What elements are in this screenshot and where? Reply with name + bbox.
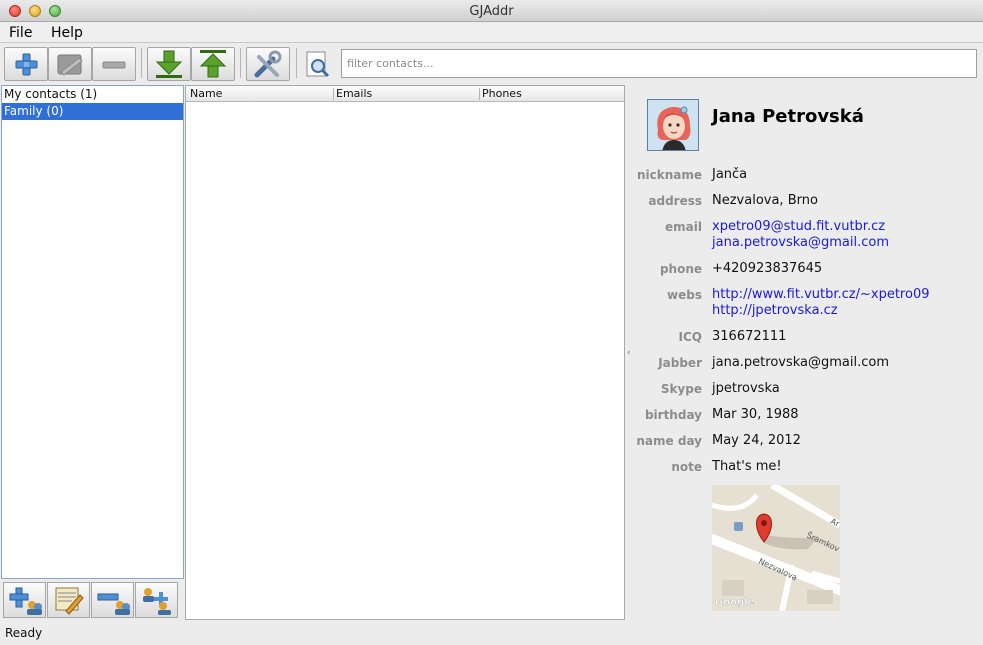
field-value-name-day: May 24, 2012 (712, 433, 801, 448)
avatar-portrait-icon (648, 100, 698, 150)
edit-contact-icon (57, 54, 83, 76)
toolbar-separator (141, 48, 142, 78)
map-image: Nezvalova Šramkov Ar Google (712, 485, 840, 611)
column-header-phones[interactable]: Phones (482, 87, 522, 100)
manage-groups-button[interactable] (135, 582, 178, 618)
remove-contact-button[interactable] (92, 47, 136, 81)
field-value-jabber: jana.petrovska@gmail.com (712, 355, 890, 370)
manage-groups-icon (143, 588, 171, 615)
search-icon (306, 51, 330, 78)
column-divider[interactable] (333, 88, 334, 100)
field-value-birthday: Mar 30, 1988 (712, 407, 799, 422)
contact-name: Jana Petrovská (712, 106, 864, 127)
column-header-emails[interactable]: Emails (336, 87, 372, 100)
export-icon (199, 50, 227, 78)
field-label-jabber: Jabber (658, 356, 702, 370)
address-map[interactable]: Nezvalova Šramkov Ar Google (712, 485, 840, 611)
status-text: Ready (5, 626, 43, 640)
field-label-phone: phone (659, 262, 702, 276)
remove-contact-icon (102, 61, 126, 69)
field-label-webs: webs (667, 288, 702, 302)
group-item-my-contacts[interactable]: My contacts (1) (2, 86, 183, 103)
add-group-button[interactable] (3, 582, 46, 618)
filter-search-icon-wrap (305, 51, 331, 79)
field-label-email: email (665, 220, 702, 234)
edit-group-icon (55, 587, 84, 615)
groups-list[interactable]: My contacts (1) Family (0) (1, 85, 184, 579)
web-link[interactable]: http://jpetrovska.cz (712, 303, 838, 318)
field-value-phone: +420923837645 (712, 261, 823, 276)
field-value-note: That's me! (712, 459, 782, 474)
settings-icon (254, 50, 282, 78)
filter-contacts-input[interactable] (341, 49, 977, 78)
column-divider[interactable] (479, 88, 480, 100)
menu-help[interactable]: Help (51, 25, 83, 41)
toolbar-separator (296, 48, 297, 78)
contact-avatar (647, 99, 699, 151)
contact-detail-panel: Jana Petrovská nickname Janča address Ne… (632, 85, 983, 620)
menu-bar: File Help (0, 22, 983, 43)
edit-contact-button[interactable] (48, 47, 92, 81)
splitter-handle-icon[interactable]: ‹ (627, 348, 631, 358)
email-link[interactable]: jana.petrovska@gmail.com (712, 235, 889, 250)
field-label-icq: ICQ (678, 330, 702, 344)
field-label-name-day: name day (636, 434, 702, 448)
settings-button[interactable] (246, 47, 290, 81)
group-buttons (3, 582, 183, 619)
field-label-skype: Skype (660, 382, 702, 396)
email-link[interactable]: xpetro09@stud.fit.vutbr.cz (712, 219, 885, 234)
export-button[interactable] (191, 47, 235, 81)
add-contact-button[interactable] (4, 47, 48, 81)
field-label-birthday: birthday (644, 408, 702, 422)
contacts-table[interactable]: Name Emails Phones (185, 85, 625, 620)
field-label-address: address (648, 194, 702, 208)
window-title: GJAddr (469, 4, 514, 19)
field-value-skype: jpetrovska (712, 381, 780, 396)
add-contact-icon (15, 53, 38, 76)
remove-group-button[interactable] (91, 582, 134, 618)
add-group-icon (9, 587, 42, 615)
table-header: Name Emails Phones (186, 86, 624, 102)
field-label-note: note (671, 460, 702, 474)
field-label-nickname: nickname (636, 168, 702, 182)
import-button[interactable] (147, 47, 191, 81)
remove-group-icon (97, 593, 130, 615)
field-value-nickname: Janča (712, 167, 748, 182)
web-link[interactable]: http://www.fit.vutbr.cz/~xpetro09 (712, 287, 929, 302)
field-value-icq: 316672111 (712, 329, 787, 344)
menu-file[interactable]: File (9, 25, 32, 41)
map-attribution: Google (715, 597, 755, 608)
group-item-family[interactable]: Family (0) (2, 103, 183, 120)
toolbar-separator (240, 48, 241, 78)
edit-group-button[interactable] (47, 582, 90, 618)
field-value-address: Nezvalova, Brno (712, 193, 818, 208)
import-icon (155, 50, 183, 78)
title-bar: GJAddr (0, 0, 983, 22)
toolbar (0, 44, 983, 84)
column-header-name[interactable]: Name (190, 87, 222, 100)
